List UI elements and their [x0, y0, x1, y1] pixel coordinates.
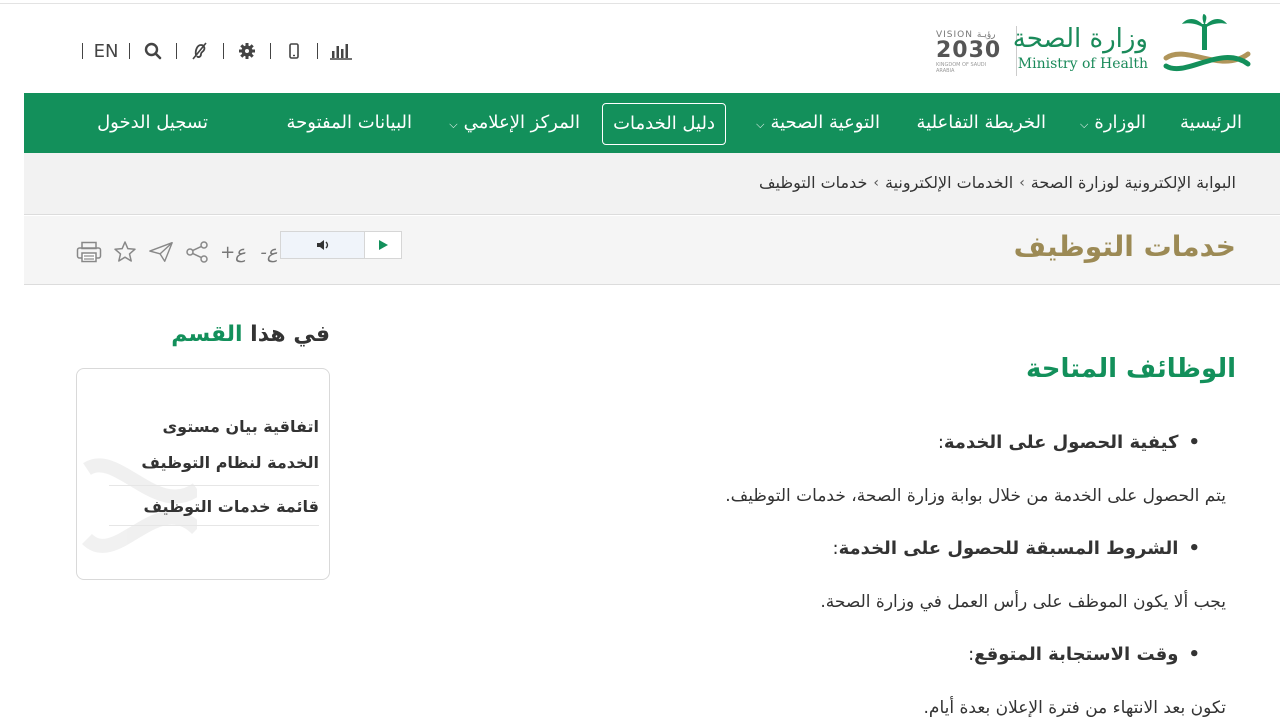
language-button[interactable]: EN — [93, 38, 119, 64]
breadcrumb-item-current: خدمات التوظيف — [758, 173, 868, 192]
moh-logo[interactable]: وزارة الصحة Ministry of Health — [1012, 14, 1256, 78]
font-decrease-icon[interactable]: -ع — [256, 239, 282, 265]
breadcrumb-chevron-icon: › — [873, 174, 880, 191]
mobile-icon[interactable] — [281, 38, 307, 64]
header-tools: EN — [72, 36, 354, 66]
print-icon[interactable] — [76, 239, 102, 265]
star-icon[interactable] — [112, 239, 138, 265]
vision-2030-logo: VISION رؤيـة 2030 KINGDOM OF SAUDI ARABI… — [936, 30, 1004, 80]
sidebar-link-sla[interactable]: اتفاقية بيان مستوى الخدمة لنظام التوظيف — [109, 409, 319, 486]
chevron-down-icon: ⌵ — [756, 118, 765, 131]
vision-year: 2030 — [936, 38, 1002, 63]
tool-separator — [223, 43, 224, 59]
play-icon[interactable] — [365, 232, 401, 258]
search-icon[interactable] — [140, 38, 166, 64]
breadcrumb: البوابة الإلكترونية لوزارة الصحة › الخدم… — [24, 153, 1280, 215]
sidebar-link-services-list[interactable]: قائمة خدمات التوظيف — [109, 489, 319, 526]
send-icon[interactable] — [148, 239, 174, 265]
login-link[interactable]: تسجيل الدخول — [97, 93, 208, 153]
sidebar-heading: في هذا القسم — [166, 322, 330, 347]
page-title: خدمات التوظيف — [1013, 230, 1236, 263]
bullet-icon: • — [1188, 644, 1200, 665]
list-item: •الشروط المسبقة للحصول على الخدمة: — [833, 538, 1200, 559]
tool-separator — [129, 43, 130, 59]
list-item: •وقت الاستجابة المتوقع: — [968, 644, 1200, 665]
share-icon[interactable] — [184, 239, 210, 265]
nav-item-health-awareness[interactable]: التوعية الصحية⌵ — [756, 93, 880, 153]
logo-english-name: Ministry of Health — [1017, 56, 1148, 72]
list-item: •كيفية الحصول على الخدمة: — [938, 432, 1200, 453]
nav-item-open-data[interactable]: البيانات المفتوحة — [287, 93, 413, 153]
list-item-text: يتم الحصول على الخدمة من خلال بوابة وزار… — [725, 486, 1226, 506]
breadcrumb-item-portal[interactable]: البوابة الإلكترونية لوزارة الصحة — [1031, 173, 1236, 192]
tool-separator — [82, 43, 83, 59]
sidebar-heading-part1: في هذا — [250, 322, 330, 347]
breadcrumb-item-eservices[interactable]: الخدمات الإلكترونية — [885, 173, 1013, 192]
nav-item-media-center[interactable]: المركز الإعلامي⌵ — [449, 93, 580, 153]
sidebar-links-box: اتفاقية بيان مستوى الخدمة لنظام التوظيف … — [76, 368, 330, 580]
palm-swords-emblem-icon — [1163, 14, 1251, 72]
accessibility-icon[interactable] — [187, 38, 213, 64]
list-item-title: كيفية الحصول على الخدمة — [943, 432, 1179, 453]
page-tools: +ع -ع — [76, 236, 282, 268]
audio-player — [280, 231, 402, 259]
list-item-title: الشروط المسبقة للحصول على الخدمة — [838, 538, 1179, 559]
chevron-down-icon: ⌵ — [1080, 118, 1089, 131]
bullet-icon: • — [1188, 432, 1200, 453]
breadcrumb-chevron-icon: › — [1019, 174, 1025, 191]
list-item-text: يجب ألا يكون الموظف على رأس العمل في وزا… — [820, 592, 1226, 612]
tool-separator — [317, 43, 318, 59]
chart-icon[interactable] — [328, 38, 354, 64]
main-navigation: الرئيسية الوزارة⌵ الخريطة التفاعلية التو… — [24, 93, 1280, 153]
nav-item-ministry[interactable]: الوزارة⌵ — [1080, 93, 1146, 153]
gear-icon[interactable] — [234, 38, 260, 64]
nav-item-services-guide[interactable]: دليل الخدمات — [602, 103, 726, 145]
bullet-icon: • — [1188, 538, 1200, 559]
font-increase-icon[interactable]: +ع — [220, 239, 246, 265]
site-header: EN VISION رؤيـة 2030 KINGDOM OF SAUDI AR… — [0, 4, 1280, 93]
list-item-text: تكون بعد الانتهاء من فترة الإعلان بعدة أ… — [923, 698, 1226, 718]
nav-item-interactive-map[interactable]: الخريطة التفاعلية — [917, 93, 1046, 153]
sidebar-heading-part2: القسم — [171, 322, 243, 347]
page-title-bar: خدمات التوظيف +ع -ع — [24, 216, 1280, 285]
section-heading: الوظائف المتاحة — [1026, 354, 1236, 384]
logo-arabic-name: وزارة الصحة — [1012, 24, 1148, 54]
nav-item-home[interactable]: الرئيسية — [1180, 93, 1242, 153]
tool-separator — [270, 43, 271, 59]
chevron-down-icon: ⌵ — [449, 118, 458, 131]
volume-icon[interactable] — [281, 232, 365, 258]
vision-subtitle: KINGDOM OF SAUDI ARABIA — [936, 62, 987, 74]
tool-separator — [176, 43, 177, 59]
list-item-title: وقت الاستجابة المتوقع — [974, 644, 1179, 665]
